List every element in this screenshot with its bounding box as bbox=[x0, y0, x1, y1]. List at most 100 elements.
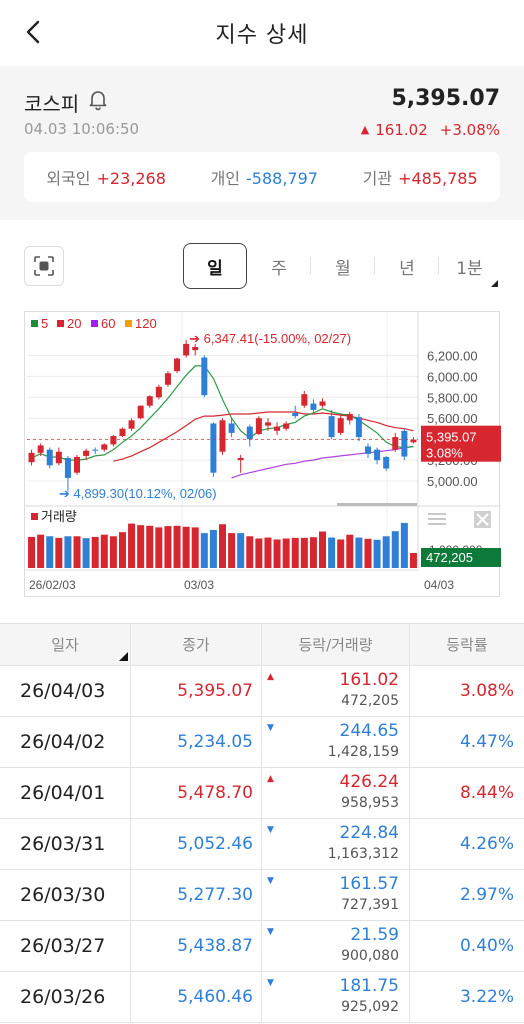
index-chart[interactable]: 6,200.006,000.005,800.005,600.005,400.00… bbox=[24, 311, 501, 598]
header-label: 등락/거래량 bbox=[298, 636, 373, 654]
table-row[interactable]: 26/04/02 5,234.05 ▼ 244.65 1,428,159 4.47% bbox=[0, 717, 524, 768]
volume-bar bbox=[209, 529, 217, 568]
table-row[interactable]: 26/03/31 5,052.46 ▼ 224.84 1,163,312 4.26% bbox=[0, 819, 524, 870]
capture-button[interactable] bbox=[24, 246, 64, 286]
candle bbox=[155, 386, 162, 398]
row-close: 5,277.30 bbox=[131, 870, 262, 920]
bell-icon[interactable] bbox=[86, 87, 110, 111]
index-change-percent: +3.08% bbox=[439, 121, 500, 139]
header-label: 일자 bbox=[51, 636, 79, 654]
investor-institution: 기관 +485,785 bbox=[363, 165, 478, 189]
candle bbox=[228, 423, 235, 433]
y-tick-label: 5,000.00 bbox=[427, 474, 478, 489]
volume-bar bbox=[173, 525, 181, 568]
volume-bar bbox=[364, 538, 372, 568]
candle bbox=[328, 416, 335, 438]
row-volume: 1,428,159 bbox=[327, 744, 399, 760]
candle bbox=[210, 423, 217, 473]
investor-value: -588,797 bbox=[246, 169, 318, 188]
high-annotation: ➔ 6,347.41(-15.00%, 02/27) bbox=[189, 331, 351, 346]
investor-value: +23,268 bbox=[96, 169, 166, 188]
down-triangle-icon: ▼ bbox=[267, 723, 274, 733]
table-row[interactable]: 26/03/26 5,460.46 ▼ 181.75 925,092 3.22% bbox=[0, 972, 524, 1023]
row-date: 26/03/26 bbox=[0, 972, 131, 1022]
investor-flow-bar: 외국인 +23,268 개인 -588,797 기관 +485,785 bbox=[24, 152, 500, 202]
y-tick-label: 6,000.00 bbox=[427, 369, 478, 384]
candle bbox=[374, 449, 381, 461]
volume-bar bbox=[355, 537, 363, 568]
low-annotation: ➔ 4,899.30(10.12%, 02/06) bbox=[59, 486, 217, 501]
volume-bar bbox=[100, 534, 108, 568]
dropdown-corner-icon bbox=[491, 280, 498, 287]
candle bbox=[55, 451, 62, 464]
investor-label: 외국인 bbox=[46, 169, 91, 188]
page-title: 지수 상세 bbox=[215, 23, 309, 48]
index-change: ▲ 161.02 +3.08% bbox=[361, 121, 500, 139]
volume-bar bbox=[28, 536, 36, 568]
candlestick-chart[interactable]: 6,200.006,000.005,800.005,600.005,400.00… bbox=[25, 312, 501, 598]
volume-bar bbox=[328, 537, 336, 568]
table-body: 26/04/03 5,395.07 ▲ 161.02 472,205 3.08% 26/04… bbox=[0, 666, 524, 1023]
candle bbox=[364, 446, 371, 454]
candle bbox=[392, 437, 399, 450]
tab-label: 년 bbox=[399, 258, 415, 279]
row-volume: 1,163,312 bbox=[327, 846, 399, 862]
candle bbox=[301, 394, 308, 406]
volume-bar bbox=[319, 531, 327, 568]
candle bbox=[246, 426, 253, 440]
tab-minute[interactable]: 1분 bbox=[439, 243, 500, 289]
x-tick-label: 03/03 bbox=[184, 578, 214, 592]
y-tick-label: 5,800.00 bbox=[427, 390, 478, 405]
legend-swatch bbox=[125, 320, 132, 327]
volume-bar bbox=[37, 534, 45, 568]
candle bbox=[28, 452, 35, 463]
volume-bar bbox=[400, 522, 408, 568]
table-row[interactable]: 26/03/27 5,438.87 ▼ 21.59 900,080 0.40% bbox=[0, 921, 524, 972]
investor-individual: 개인 -588,797 bbox=[211, 165, 318, 189]
candle bbox=[237, 458, 244, 461]
header-close: 종가 bbox=[131, 624, 262, 665]
volume-bar bbox=[337, 539, 345, 568]
candle bbox=[74, 456, 81, 473]
period-tabs: 일 주 월 년 1분 bbox=[183, 243, 500, 289]
row-change-volume: ▼ 21.59 900,080 bbox=[262, 921, 410, 971]
row-change: 161.02 bbox=[339, 670, 399, 690]
volume-bar bbox=[300, 537, 308, 568]
table-row[interactable]: 26/04/03 5,395.07 ▲ 161.02 472,205 3.08% bbox=[0, 666, 524, 717]
header-change-volume: 등락/거래량 bbox=[262, 624, 410, 665]
tab-day[interactable]: 일 bbox=[183, 243, 247, 289]
table-row[interactable]: 26/03/30 5,277.30 ▼ 161.57 727,391 2.97% bbox=[0, 870, 524, 921]
y-tick-label: 6,200.00 bbox=[427, 348, 478, 363]
tab-week[interactable]: 주 bbox=[247, 243, 311, 289]
candle bbox=[110, 436, 117, 445]
volume-bar bbox=[55, 537, 63, 568]
tab-year[interactable]: 년 bbox=[375, 243, 439, 289]
volume-bar bbox=[255, 538, 263, 568]
volume-bar bbox=[273, 539, 281, 568]
tab-month[interactable]: 월 bbox=[311, 243, 375, 289]
up-triangle-icon: ▲ bbox=[360, 123, 370, 136]
row-date: 26/03/30 bbox=[0, 870, 131, 920]
legend-label: 60 bbox=[101, 316, 115, 331]
back-arrow-icon[interactable] bbox=[18, 16, 50, 48]
volume-bar bbox=[291, 537, 299, 568]
candle bbox=[64, 458, 71, 478]
header-label: 종가 bbox=[182, 636, 210, 654]
index-change-amount: 161.02 bbox=[375, 121, 428, 139]
volume-bar bbox=[118, 532, 126, 568]
row-close: 5,052.46 bbox=[131, 819, 262, 869]
candle bbox=[337, 418, 344, 433]
candle bbox=[401, 430, 408, 457]
legend-label: 120 bbox=[135, 316, 157, 331]
tab-label: 주 bbox=[271, 258, 287, 279]
volume-bar bbox=[109, 536, 117, 568]
row-change: 224.84 bbox=[339, 823, 399, 843]
header-date[interactable]: 일자 bbox=[0, 624, 131, 665]
investor-label: 기관 bbox=[362, 169, 393, 188]
table-row[interactable]: 26/04/01 5,478.70 ▲ 426.24 958,953 8.44% bbox=[0, 768, 524, 819]
current-price-label: 5,395.07 bbox=[426, 430, 477, 445]
row-change: 244.65 bbox=[339, 721, 399, 741]
row-close: 5,234.05 bbox=[131, 717, 262, 767]
volume-bar bbox=[46, 536, 54, 568]
volume-bar bbox=[191, 527, 199, 568]
